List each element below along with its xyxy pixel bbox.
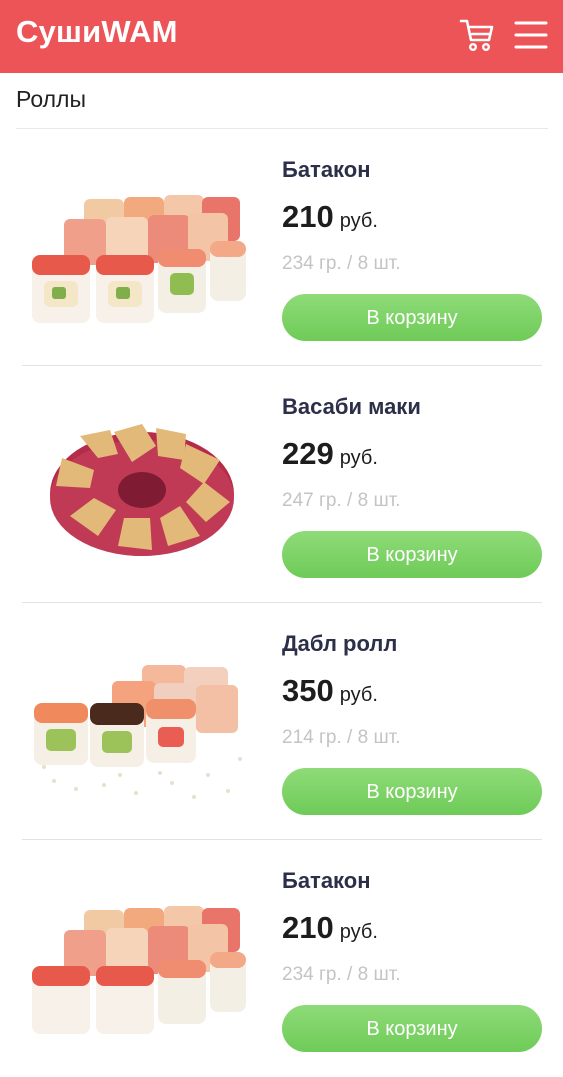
- price-value: 210: [282, 199, 334, 234]
- roll-photo-dabl-roll[interactable]: [24, 643, 254, 803]
- product-price: 350 руб.: [282, 673, 378, 709]
- product-price: 229 руб.: [282, 436, 378, 472]
- roll-photo-vasabi-maki[interactable]: [24, 406, 254, 566]
- menu-button[interactable]: [513, 18, 549, 52]
- roll-photo-batakon[interactable]: [24, 169, 254, 329]
- add-to-cart-button[interactable]: В корзину: [282, 531, 542, 578]
- product-weight: 247 гр. / 8 шт.: [282, 490, 401, 511]
- hamburger-menu-icon: [514, 21, 548, 49]
- brand-logo[interactable]: СушиWAM: [16, 14, 178, 50]
- price-currency: руб.: [339, 921, 378, 943]
- add-to-cart-button[interactable]: В корзину: [282, 294, 542, 341]
- price-value: 229: [282, 436, 334, 471]
- product-name[interactable]: Батакон: [282, 868, 371, 894]
- section-title: Роллы: [16, 86, 86, 112]
- product-list: Батакон 210 руб. 234 гр. / 8 шт. В корзин…: [0, 129, 563, 1077]
- product-name[interactable]: Батакон: [282, 157, 371, 183]
- product-weight: 234 гр. / 8 шт.: [282, 253, 401, 274]
- product-card: Дабл ролл 350 руб. 214 гр. / 8 шт. В корз…: [0, 603, 563, 840]
- product-name[interactable]: Васаби маки: [282, 394, 421, 420]
- price-currency: руб.: [339, 210, 378, 232]
- product-name[interactable]: Дабл ролл: [282, 631, 397, 657]
- price-currency: руб.: [339, 447, 378, 469]
- product-price: 210 руб.: [282, 910, 378, 946]
- add-to-cart-button[interactable]: В корзину: [282, 1005, 542, 1052]
- product-card: Васаби маки 229 руб. 247 гр. / 8 шт. В ко…: [0, 366, 563, 603]
- product-price: 210 руб.: [282, 199, 378, 235]
- price-currency: руб.: [339, 684, 378, 706]
- product-weight: 214 гр. / 8 шт.: [282, 727, 401, 748]
- price-value: 350: [282, 673, 334, 708]
- product-weight: 234 гр. / 8 шт.: [282, 964, 401, 985]
- price-value: 210: [282, 910, 334, 945]
- product-card: Батакон 210 руб. 234 гр. / 8 шт. В корзин…: [0, 840, 563, 1077]
- cart-icon: [459, 19, 494, 52]
- cart-button[interactable]: [458, 16, 496, 54]
- roll-photo-batakon[interactable]: [24, 880, 254, 1040]
- app-header: СушиWAM: [0, 0, 563, 73]
- product-card: Батакон 210 руб. 234 гр. / 8 шт. В корзин…: [0, 129, 563, 366]
- add-to-cart-button[interactable]: В корзину: [282, 768, 542, 815]
